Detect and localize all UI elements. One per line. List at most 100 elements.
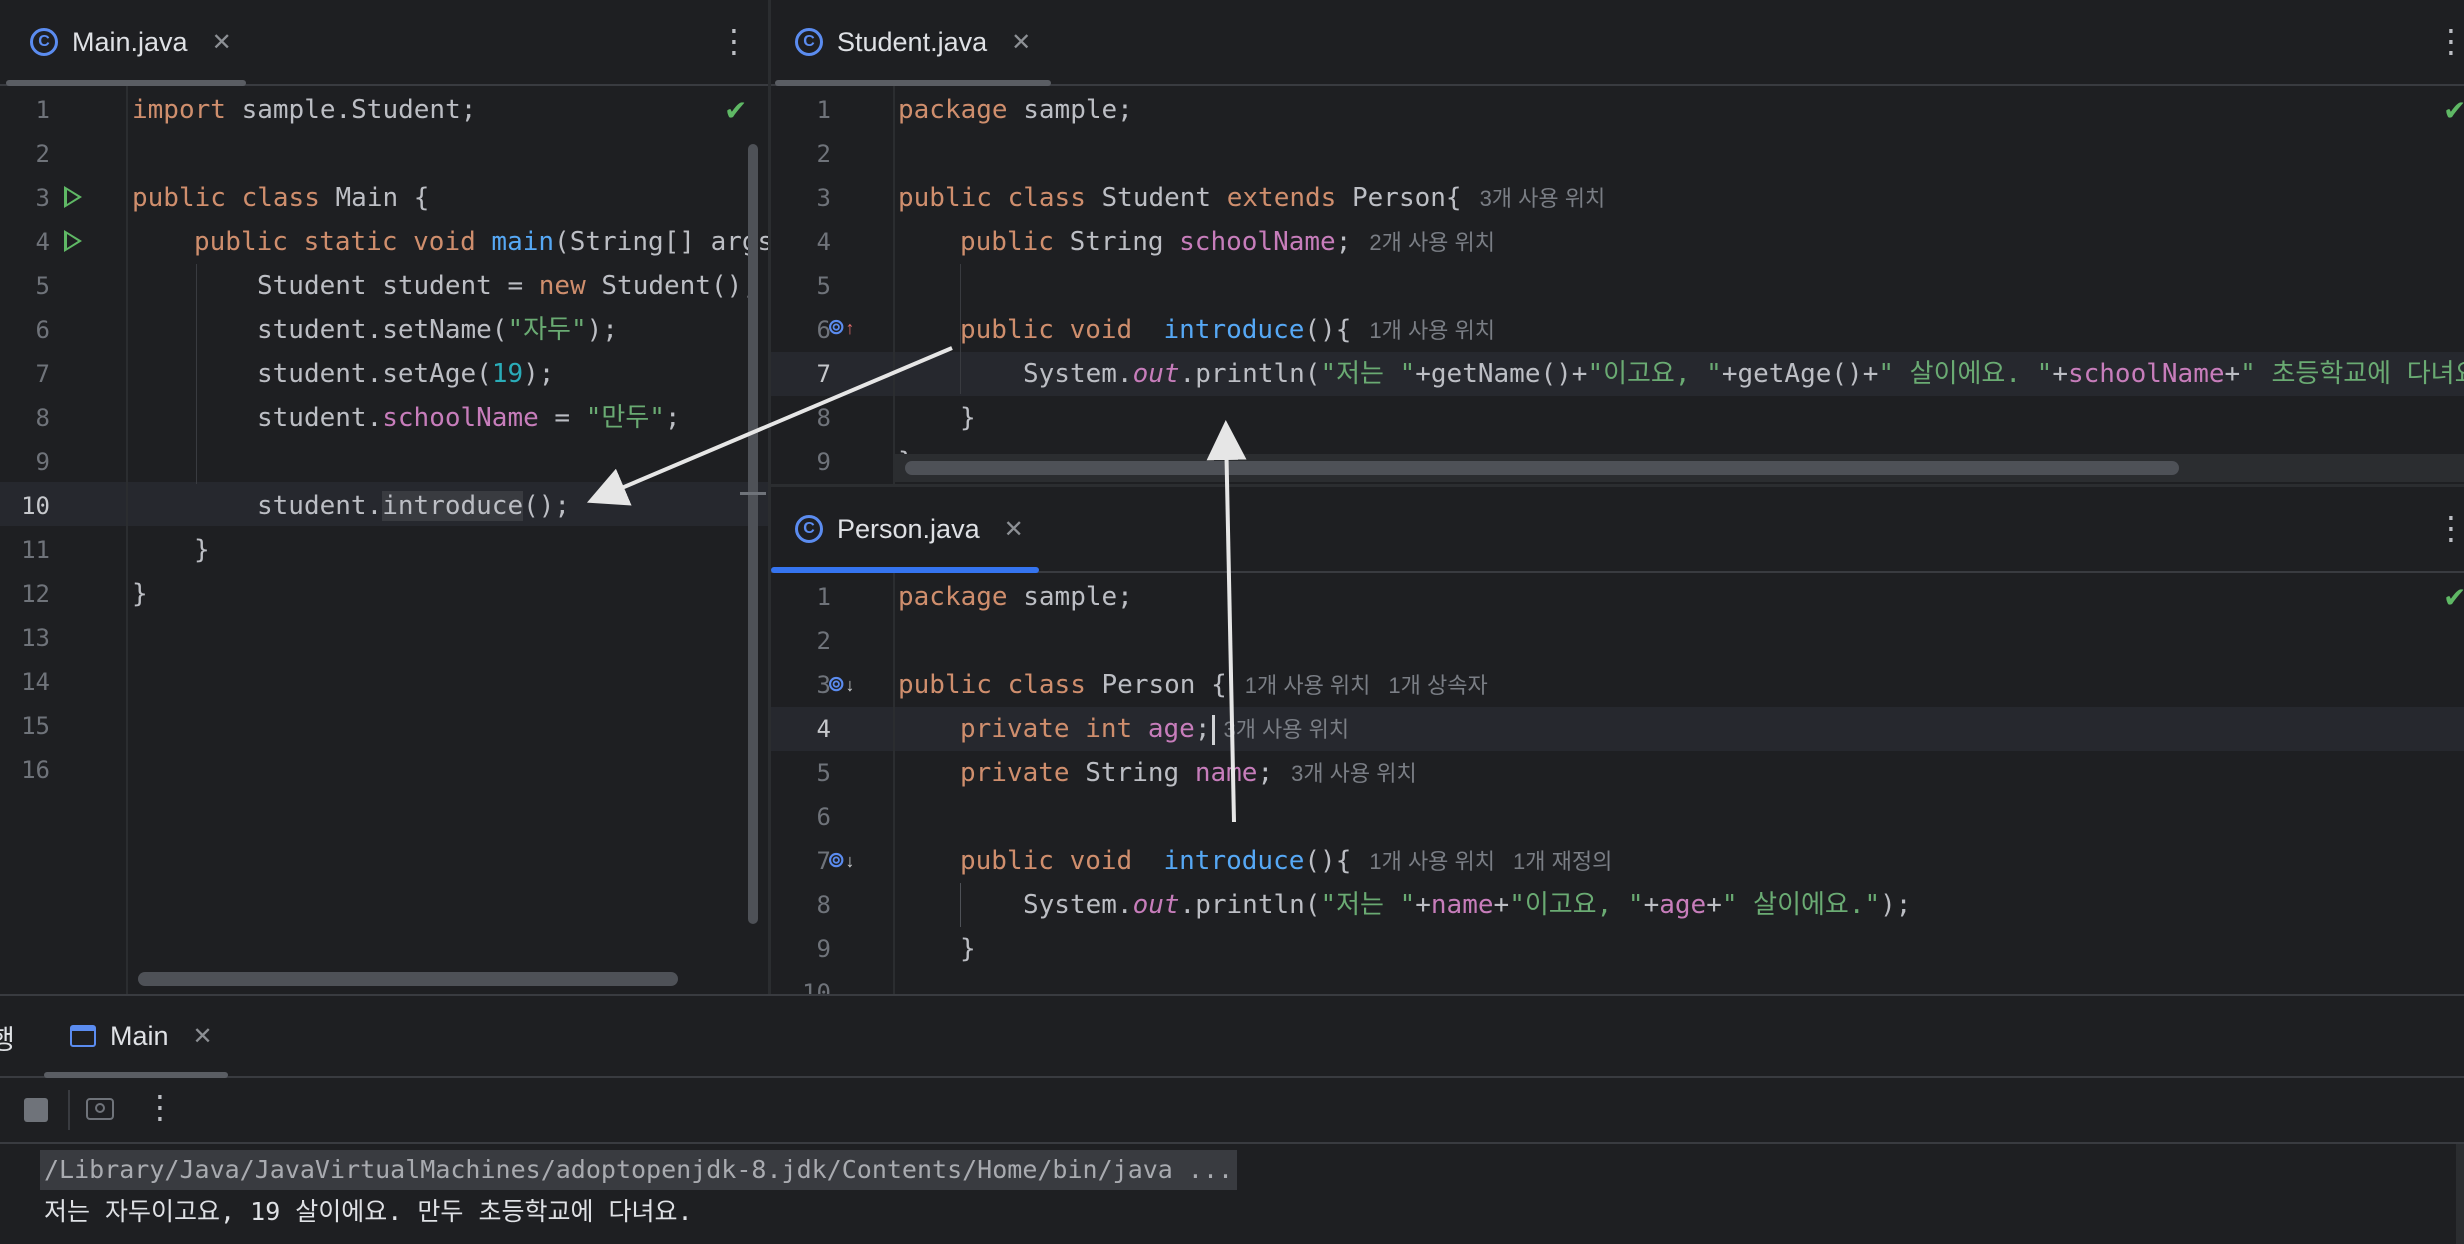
more-options-icon[interactable]: ⋮ [2435,509,2464,547]
more-options-icon[interactable]: ⋮ [144,1088,176,1126]
tool-window-title: 행 [0,1025,15,1055]
main-editor-pane: C Main.java ✕ ⋮ 1 2 3 4 5 6 7 8 9 10 11 … [0,0,768,994]
code-token: + [2224,359,2241,389]
line-number: 5 [816,272,831,300]
code-token: = [538,403,586,433]
indent-guide [960,264,961,394]
line-number: 2 [35,140,50,168]
code-token: (){ [1304,315,1352,345]
console-command-line[interactable]: /Library/Java/JavaVirtualMachines/adopto… [40,1150,1238,1190]
code-token: schoolName [382,403,539,433]
overrides-method-icon[interactable]: ⊚↑ [827,314,854,340]
close-icon[interactable]: ✕ [1004,515,1024,544]
tab-active-indicator [775,80,1051,86]
usage-hint[interactable]: 1개 사용 위치 [1369,849,1495,874]
code-token: public [898,670,992,700]
implemented-class-icon[interactable]: ⊚↓ [827,671,854,697]
code-token: Main { [319,183,430,213]
line-number: 1 [816,96,831,124]
person-code-area[interactable]: package sample; public class Person {1개 … [898,575,2458,994]
stop-icon[interactable] [24,1098,48,1122]
tab-run-main[interactable]: Main ✕ [70,996,213,1076]
code-token: sample; [1007,582,1133,612]
line-number: 8 [816,891,831,919]
code-token: +getName()+ [1415,359,1588,389]
inheritor-hint[interactable]: 1개 상속자 [1388,673,1487,698]
code-token: + [1706,890,1722,920]
line-number: 16 [21,756,50,784]
line-number: 1 [816,583,831,611]
close-icon[interactable]: ✕ [1011,28,1031,57]
code-token: ; [1194,714,1211,744]
console-output[interactable]: /Library/Java/JavaVirtualMachines/adopto… [20,1144,2424,1244]
code-token: (); [523,491,571,521]
main-code-area[interactable]: import sample.Student; public class Main… [132,88,768,968]
run-class-icon[interactable] [64,186,82,208]
code-token: schoolName [1179,227,1336,257]
usage-hint[interactable]: 2개 사용 위치 [1369,230,1495,255]
class-icon: C [795,515,823,543]
code-token: sample; [1007,95,1133,125]
more-options-icon[interactable]: ⋮ [2435,22,2464,60]
split-handle[interactable] [740,492,766,495]
line-number: 11 [21,536,50,564]
code-token: public static void [194,227,476,257]
code-token: String [1053,227,1180,257]
code-token: " 살이에요." [1721,890,1881,920]
code-line: public void introduce(){1개 사용 위치 1개 재정의 [960,839,2458,883]
code-line: public static void main(String[] args [194,220,768,264]
line-number: 4 [816,228,831,256]
horizontal-scrollbar[interactable] [138,972,678,986]
line-number: 5 [35,272,50,300]
tab-student-java[interactable]: C Student.java ✕ [795,0,1031,84]
code-token: out [1132,890,1180,920]
code-line: package sample; [898,575,2458,619]
line-number: 6 [35,316,50,344]
close-icon[interactable]: ✕ [193,1022,213,1051]
code-token: " 초등학교에 다녀요. [2240,359,2464,389]
code-line: System.out.println("저는 "+name+"이고요, "+ag… [1023,883,2458,927]
vertical-scrollbar[interactable] [748,144,758,924]
code-line: import sample.Student; [132,88,768,132]
run-main-icon[interactable] [64,230,82,252]
usage-hint[interactable]: 1개 사용 위치 [1245,673,1371,698]
horizontal-scrollbar[interactable] [905,461,2179,475]
code-token: + [2052,359,2068,389]
line-number: 1 [35,96,50,124]
run-tool-window: 행 Main ✕ ⋮ /Library/Java/JavaVirtualMach… [0,994,2464,1244]
tab-main-java[interactable]: C Main.java ✕ [30,0,232,84]
code-token: student.setName( [257,315,508,345]
override-hint[interactable]: 1개 재정의 [1513,849,1612,874]
run-tabbar: 행 Main ✕ [0,996,2464,1078]
code-token: } [194,535,210,565]
code-token: ); [523,359,555,389]
line-number: 4 [816,715,831,743]
line-number: 7 [816,360,831,388]
tab-person-java[interactable]: C Person.java ✕ [795,487,1024,571]
code-token: } [960,934,976,964]
code-line: public class Main { [132,176,768,220]
usage-hint[interactable]: 3개 사용 위치 [1291,761,1417,786]
more-options-icon[interactable]: ⋮ [718,22,750,60]
overridden-method-icon[interactable]: ⊚↓ [827,847,854,873]
usage-hint[interactable]: 1개 사용 위치 [1369,318,1495,343]
camera-icon[interactable] [86,1098,114,1120]
code-token: Person{ [1336,183,1462,213]
line-number: 2 [816,627,831,655]
line-number: 13 [21,624,50,652]
code-line: package sample; [898,88,2458,132]
line-number: 10 [21,492,50,520]
gutter-separator [893,86,895,484]
student-code-area[interactable]: package sample; public class Student ext… [898,88,2464,478]
code-token: .println( [1179,890,1321,920]
close-icon[interactable]: ✕ [212,28,232,57]
console-window-icon [70,1025,96,1047]
code-line: public void introduce(){1개 사용 위치 [960,308,2458,352]
code-token: +getAge()+ [1721,359,1879,389]
code-line: public String schoolName; 2개 사용 위치 [960,220,2458,264]
usage-hint[interactable]: 3개 사용 위치 [1223,717,1349,742]
class-run-icon: C [30,28,58,56]
code-line: public class Student extends Person{3개 사… [898,176,2458,220]
code-token: ; [664,403,681,433]
usage-hint[interactable]: 3개 사용 위치 [1480,186,1606,211]
